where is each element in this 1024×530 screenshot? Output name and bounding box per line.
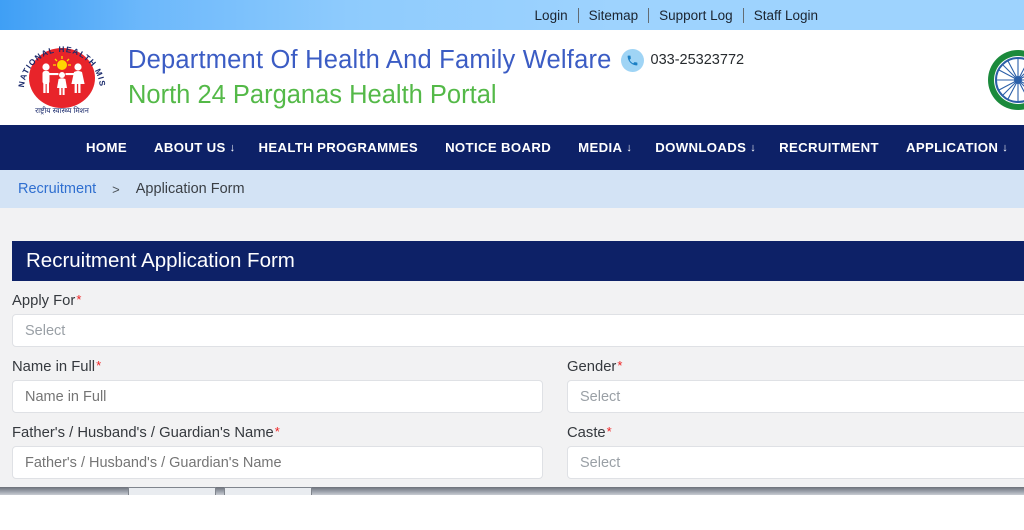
nav-label: HEALTH PROGRAMMES bbox=[258, 140, 419, 155]
required-asterisk-icon: * bbox=[76, 292, 82, 307]
nav-item-downloads[interactable]: DOWNLOADS ↓ bbox=[655, 140, 756, 155]
nav-item-about-us[interactable]: ABOUT US ↓ bbox=[154, 140, 236, 155]
form-col-gender: Gender * Select bbox=[567, 347, 1024, 413]
main-navigation: HOME ABOUT US ↓ HEALTH PROGRAMMES NOTICE… bbox=[0, 125, 1024, 170]
form-row-guardian-caste: Father's / Husband's / Guardian's Name *… bbox=[12, 413, 1024, 479]
breadcrumb: Recruitment > Application Form bbox=[0, 170, 1024, 208]
label-caste: Caste * bbox=[567, 425, 1024, 441]
ashoka-chakra-emblem bbox=[986, 48, 1024, 112]
form-container: Recruitment Application Form Apply For *… bbox=[0, 208, 1024, 479]
breadcrumb-separator-icon: > bbox=[112, 181, 120, 197]
breadcrumb-link-recruitment[interactable]: Recruitment bbox=[18, 181, 96, 197]
taskbar-window-button[interactable] bbox=[224, 487, 312, 495]
os-taskbar[interactable] bbox=[0, 487, 1024, 495]
form-col-caste: Caste * Select bbox=[567, 413, 1024, 479]
label-text: Father's / Husband's / Guardian's Name bbox=[12, 425, 274, 441]
page-content: Recruitment Application Form Apply For *… bbox=[0, 208, 1024, 495]
nav-label: HOME bbox=[86, 140, 127, 155]
nhm-logo[interactable]: NATIONAL HEALTH MISSION bbox=[10, 34, 114, 122]
header-titles: Department Of Health And Family Welfare … bbox=[128, 46, 744, 110]
label-name-in-full: Name in Full * bbox=[12, 359, 543, 375]
nav-label: NOTICE BOARD bbox=[445, 140, 552, 155]
site-title: Department Of Health And Family Welfare bbox=[128, 45, 612, 74]
nav-label: DOWNLOADS bbox=[655, 140, 747, 155]
top-link-sitemap[interactable]: Sitemap bbox=[579, 8, 649, 23]
select-value: Select bbox=[580, 388, 621, 405]
required-asterisk-icon: * bbox=[606, 424, 612, 439]
label-text: Gender bbox=[567, 359, 617, 375]
top-utility-bar: Login Sitemap Support Log Staff Login bbox=[0, 0, 1024, 30]
phone-icon bbox=[620, 48, 644, 72]
required-asterisk-icon: * bbox=[96, 358, 102, 373]
label-gender: Gender * bbox=[567, 359, 1024, 375]
nav-label: MEDIA bbox=[578, 140, 623, 155]
input-name-in-full[interactable] bbox=[12, 380, 543, 413]
header-phone: 033-25323772 bbox=[620, 48, 745, 72]
nav-label: ABOUT US bbox=[153, 140, 226, 155]
taskbar-window-button[interactable] bbox=[128, 487, 216, 495]
nhm-logo-graphic: NATIONAL HEALTH MISSION bbox=[10, 34, 106, 115]
top-link-divider bbox=[648, 7, 650, 23]
nav-item-health-programmes[interactable]: HEALTH PROGRAMMES bbox=[259, 140, 423, 155]
label-text: Name in Full bbox=[12, 359, 96, 375]
chevron-down-icon: ↓ bbox=[626, 141, 633, 154]
required-asterisk-icon: * bbox=[617, 358, 623, 373]
label-text: Apply For bbox=[12, 293, 76, 309]
nav-item-application[interactable]: APPLICATION ↓ bbox=[906, 140, 1008, 155]
site-header: NATIONAL HEALTH MISSION bbox=[0, 30, 1024, 125]
nav-label: APPLICATION bbox=[905, 140, 999, 155]
select-gender[interactable]: Select bbox=[567, 380, 1024, 413]
select-value: Select bbox=[25, 322, 66, 339]
form-col-name: Name in Full * bbox=[12, 347, 543, 413]
top-utility-links: Login Sitemap Support Log Staff Login bbox=[525, 7, 828, 23]
select-apply-for[interactable]: Select bbox=[12, 314, 1024, 347]
nav-item-notice-board[interactable]: NOTICE BOARD bbox=[445, 140, 555, 155]
chevron-down-icon: ↓ bbox=[1002, 141, 1009, 154]
site-subtitle: North 24 Parganas Health Portal bbox=[128, 80, 497, 109]
top-link-divider bbox=[742, 7, 744, 23]
input-guardian-name[interactable] bbox=[12, 446, 543, 479]
nav-item-media[interactable]: MEDIA ↓ bbox=[578, 140, 632, 155]
form-col-guardian: Father's / Husband's / Guardian's Name * bbox=[12, 413, 543, 479]
top-link-support-log[interactable]: Support Log bbox=[649, 8, 743, 23]
nav-item-home[interactable]: HOME bbox=[86, 140, 131, 155]
required-asterisk-icon: * bbox=[274, 424, 280, 439]
label-apply-for: Apply For * bbox=[12, 293, 1012, 309]
label-text: Caste bbox=[567, 425, 606, 441]
header-title-row: Department Of Health And Family Welfare … bbox=[128, 46, 744, 75]
nhm-logo-hindi-text: राष्ट्रीय स्वास्थ्य मिशन bbox=[35, 106, 90, 115]
phone-number: 033-25323772 bbox=[650, 52, 745, 68]
form-panel-title: Recruitment Application Form bbox=[12, 241, 1024, 281]
top-link-staff-login[interactable]: Staff Login bbox=[744, 8, 828, 23]
nav-label: RECRUITMENT bbox=[779, 140, 879, 155]
label-guardian-name: Father's / Husband's / Guardian's Name * bbox=[12, 425, 543, 441]
top-link-divider bbox=[577, 7, 579, 23]
select-value: Select bbox=[580, 454, 621, 471]
breadcrumb-current-page: Application Form bbox=[135, 181, 245, 197]
top-link-login[interactable]: Login bbox=[525, 8, 578, 23]
nav-item-recruitment[interactable]: RECRUITMENT bbox=[779, 140, 883, 155]
select-caste[interactable]: Select bbox=[567, 446, 1024, 479]
chevron-down-icon: ↓ bbox=[750, 141, 757, 154]
form-row-name-gender: Name in Full * Gender * Select bbox=[12, 347, 1024, 413]
chevron-down-icon: ↓ bbox=[229, 141, 236, 154]
